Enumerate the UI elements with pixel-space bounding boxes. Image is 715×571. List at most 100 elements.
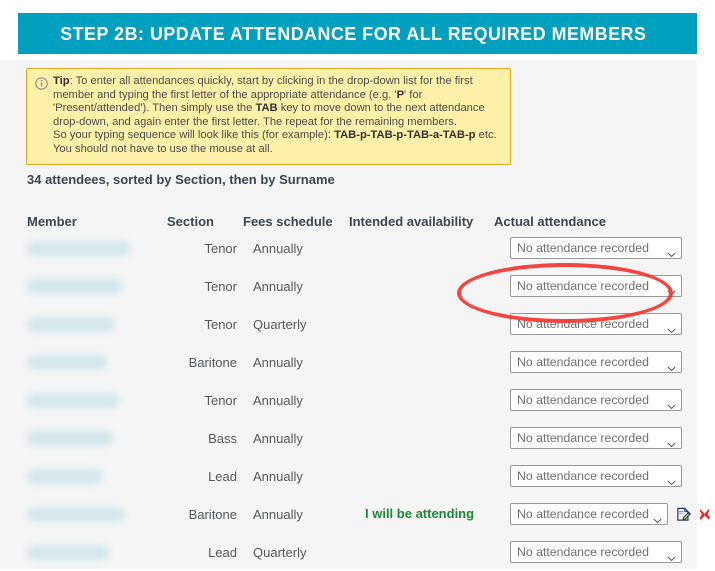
- chevron-down-icon: [667, 359, 676, 371]
- member-name-redacted: [27, 392, 167, 408]
- attendance-select[interactable]: No attendance recorded: [510, 237, 682, 259]
- content-panel: Tip: To enter all attendances quickly, s…: [0, 60, 710, 571]
- table-row: Lead Annually No attendance recorded: [27, 457, 687, 495]
- attendance-select[interactable]: No attendance recorded: [510, 313, 682, 335]
- page-title: STEP 2B: UPDATE ATTENDANCE FOR ALL REQUI…: [60, 22, 647, 44]
- table-header-row: Member Section Fees schedule Intended av…: [27, 207, 687, 229]
- cell-fees-schedule: Annually: [253, 506, 303, 522]
- column-header-section: Section: [167, 214, 214, 229]
- column-header-intended-availability: Intended availability: [349, 214, 474, 229]
- attendance-select[interactable]: No attendance recorded: [510, 541, 682, 563]
- availability-attending-label: I will be attending: [365, 506, 475, 521]
- chevron-down-icon: [667, 549, 676, 561]
- column-header-member: Member: [27, 214, 77, 229]
- member-name-redacted: [27, 354, 167, 370]
- redaction-blob: [27, 354, 107, 370]
- tip-line2-c: etc.: [475, 129, 497, 142]
- table-row: Bass Annually No attendance recorded: [27, 419, 687, 457]
- member-name-redacted: [27, 544, 167, 560]
- member-name-redacted: [27, 240, 167, 256]
- cell-section: Tenor: [204, 278, 237, 294]
- cell-actual-attendance: No attendance recorded: [500, 351, 710, 373]
- chevron-down-icon: [667, 473, 676, 485]
- cell-section: Tenor: [204, 316, 237, 332]
- attendance-select-value: No attendance recorded: [517, 545, 649, 559]
- attendance-select-value: No attendance recorded: [517, 393, 649, 407]
- tip-text: Tip: To enter all attendances quickly, s…: [53, 75, 502, 157]
- redaction-blob: [27, 240, 131, 256]
- attendance-select-value: No attendance recorded: [517, 241, 649, 255]
- attendance-select[interactable]: No attendance recorded: [510, 351, 682, 373]
- attendance-select[interactable]: No attendance recorded: [510, 465, 682, 487]
- cell-fees-schedule: Annually: [253, 468, 303, 484]
- cell-actual-attendance: No attendance recorded: [500, 275, 710, 297]
- redaction-blob: [27, 468, 103, 484]
- page-root: STEP 2B: UPDATE ATTENDANCE FOR ALL REQUI…: [0, 0, 715, 569]
- tip-line3: You should not have to use the mouse at …: [53, 142, 273, 155]
- table-row: Tenor Annually No attendance recorded: [27, 381, 687, 419]
- chevron-down-icon: [667, 397, 676, 409]
- cell-intended-availability: I will be attending: [353, 505, 500, 523]
- attendee-count-summary: 34 attendees, sorted by Section, then by…: [27, 172, 335, 187]
- table-row: Tenor Annually No attendance recorded: [27, 267, 687, 305]
- attendance-select[interactable]: No attendance recorded: [510, 503, 668, 525]
- cell-fees-schedule: Quarterly: [253, 316, 307, 332]
- member-name-redacted: [27, 468, 167, 484]
- attendance-select[interactable]: No attendance recorded: [510, 427, 682, 449]
- row-actions: [676, 507, 712, 522]
- cell-actual-attendance: No attendance recorded: [500, 389, 710, 411]
- cell-section: Tenor: [204, 240, 237, 256]
- chevron-down-icon: [667, 283, 676, 295]
- redaction-blob: [27, 506, 125, 522]
- chevron-down-icon: [653, 511, 662, 523]
- cell-actual-attendance: No attendance recorded: [500, 313, 710, 335]
- attendance-select-value: No attendance recorded: [517, 317, 649, 331]
- edit-note-icon[interactable]: [676, 507, 691, 522]
- cell-fees-schedule: Annually: [253, 354, 303, 370]
- redaction-blob: [27, 278, 123, 294]
- attendance-select-value: No attendance recorded: [517, 279, 649, 293]
- tip-label: Tip: [53, 75, 70, 87]
- table-row: Tenor Quarterly No attendance recorded: [27, 305, 687, 343]
- table-body: Tenor Annually No attendance recorded Tenor…: [27, 229, 710, 571]
- attendance-select-value: No attendance recorded: [517, 507, 649, 521]
- redaction-blob: [27, 430, 113, 446]
- attendance-table: Member Section Fees schedule Intended av…: [27, 207, 710, 571]
- tip-box: Tip: To enter all attendances quickly, s…: [26, 68, 511, 165]
- cell-actual-attendance: No attendance recorded: [500, 465, 710, 487]
- chevron-down-icon: [667, 245, 676, 257]
- attendance-select-value: No attendance recorded: [517, 431, 649, 445]
- member-name-redacted: [27, 278, 167, 294]
- cell-section: Lead: [208, 468, 237, 484]
- cell-section: Bass: [208, 430, 237, 446]
- tip-key-p: P: [396, 88, 405, 101]
- attendance-select-value: No attendance recorded: [517, 469, 649, 483]
- cell-actual-attendance: No attendance recorded: [500, 503, 710, 525]
- attendance-select[interactable]: No attendance recorded: [510, 389, 682, 411]
- cell-section: Baritone: [188, 506, 237, 522]
- red-x-delete-icon[interactable]: [697, 507, 712, 522]
- redaction-blob: [27, 544, 109, 560]
- cell-fees-schedule: Annually: [253, 392, 303, 408]
- column-header-actual-attendance: Actual attendance: [494, 214, 606, 229]
- cell-fees-schedule: Annually: [253, 430, 303, 446]
- cell-fees-schedule: Quarterly: [253, 544, 307, 560]
- member-name-redacted: [27, 430, 167, 446]
- cell-section: Lead: [208, 544, 237, 560]
- table-row: Baritone Annually I will be attending No at…: [27, 495, 710, 533]
- member-name-redacted: [27, 316, 167, 332]
- attendance-select[interactable]: No attendance recorded: [510, 275, 682, 297]
- cell-fees-schedule: Annually: [253, 240, 303, 256]
- table-row: Tenor Annually No attendance recorded: [27, 229, 687, 267]
- redaction-blob: [27, 392, 119, 408]
- cell-actual-attendance: No attendance recorded: [500, 237, 710, 259]
- table-row: Lead Quarterly No attendance recorded: [27, 533, 687, 571]
- step-banner: STEP 2B: UPDATE ATTENDANCE FOR ALL REQUI…: [18, 13, 697, 54]
- tip-line2-a: So your typing sequence will look like t…: [53, 129, 335, 142]
- cell-section: Tenor: [204, 392, 237, 408]
- member-name-redacted: [27, 506, 167, 522]
- table-row: Baritone Annually No attendance recorded: [27, 343, 687, 381]
- cell-fees-schedule: Annually: [253, 278, 303, 294]
- tip-key-tab: TAB: [255, 102, 278, 115]
- chevron-down-icon: [667, 435, 676, 447]
